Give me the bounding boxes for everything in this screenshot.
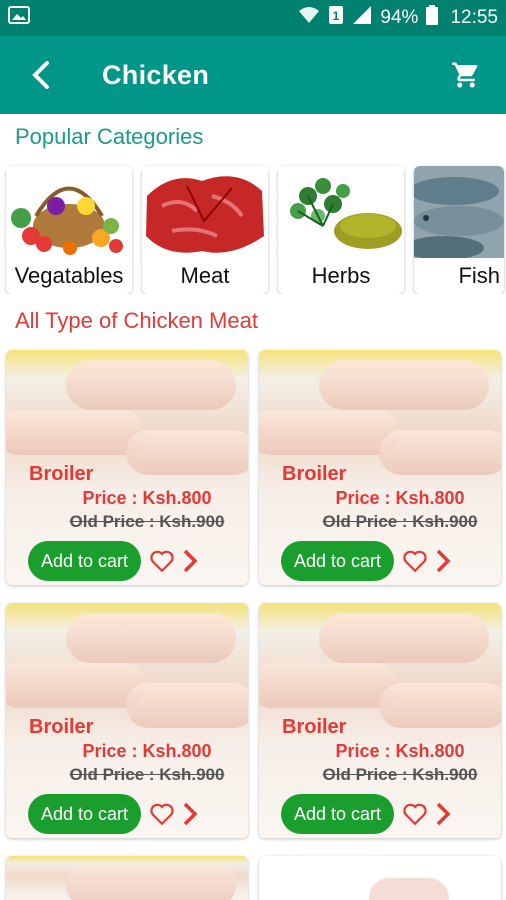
chicken-image-shape	[66, 360, 236, 410]
gallery-notification-icon	[8, 5, 30, 31]
category-label: Meat	[180, 263, 230, 288]
chicken-image-shape	[259, 663, 399, 708]
category-card-vegetables[interactable]: Vegatables	[6, 166, 132, 294]
main-content: Popular Categories Vegatables Meat Herbs…	[0, 114, 506, 900]
wifi-icon	[298, 5, 320, 31]
product-card[interactable]: Broiler Price : Ksh.800 Old Price : Ksh.…	[6, 603, 248, 838]
product-name: Broiler	[29, 463, 94, 485]
heart-icon[interactable]	[149, 548, 175, 574]
chicken-image-shape	[66, 866, 236, 900]
category-card-herbs[interactable]: Herbs	[278, 166, 404, 294]
chicken-image-shape	[319, 613, 489, 663]
product-price: Price : Ksh.800	[335, 488, 465, 508]
chicken-image-shape	[66, 613, 236, 663]
chicken-image-shape	[319, 360, 489, 410]
heart-icon[interactable]	[149, 801, 175, 827]
status-bar: 1 94% 12:55	[0, 0, 506, 36]
product-price: Price : Ksh.800	[335, 741, 465, 761]
product-card-partial[interactable]	[6, 856, 248, 900]
heart-icon[interactable]	[402, 801, 428, 827]
add-to-cart-button[interactable]: Add to cart	[28, 541, 141, 581]
chevron-right-icon[interactable]	[179, 801, 201, 827]
product-old-price: Old Price : Ksh.900	[69, 512, 225, 531]
fish-image	[414, 166, 504, 260]
category-label: Herbs	[311, 263, 371, 288]
chicken-image-shape	[126, 683, 248, 728]
shopping-cart-icon	[452, 62, 478, 88]
clock: 12:55	[450, 7, 498, 28]
product-name: Broiler	[282, 463, 347, 485]
chevron-right-icon[interactable]	[432, 801, 454, 827]
category-card-fish[interactable]: Fish	[414, 166, 504, 294]
cart-button[interactable]	[444, 53, 488, 97]
back-button[interactable]	[18, 53, 62, 97]
herbs-image	[278, 166, 404, 258]
product-name: Broiler	[29, 716, 94, 738]
signal-icon	[352, 5, 372, 31]
chevron-right-icon[interactable]	[179, 548, 201, 574]
product-card[interactable]: Broiler Price : Ksh.800 Old Price : Ksh.…	[259, 350, 501, 585]
product-card-partial[interactable]	[259, 856, 501, 900]
product-price: Price : Ksh.800	[82, 741, 212, 761]
status-left	[8, 5, 298, 31]
svg-text:1: 1	[333, 9, 340, 23]
category-label: Vegatables	[14, 263, 124, 288]
category-card-meat[interactable]: Meat	[142, 166, 268, 294]
battery-icon	[426, 5, 439, 31]
product-name: Broiler	[282, 716, 347, 738]
category-carousel[interactable]: Vegatables Meat Herbs Fish	[0, 158, 506, 294]
chicken-image-shape	[379, 430, 501, 475]
battery-percent: 94%	[380, 7, 419, 28]
status-right: 1 94% 12:55	[298, 5, 498, 31]
product-price: Price : Ksh.800	[82, 488, 212, 508]
chevron-right-icon[interactable]	[432, 548, 454, 574]
meat-image	[142, 166, 268, 258]
chicken-image-shape	[369, 878, 449, 900]
chicken-image-shape	[259, 410, 399, 455]
product-old-price: Old Price : Ksh.900	[69, 765, 225, 784]
heart-icon[interactable]	[402, 548, 428, 574]
back-arrow-icon	[32, 61, 49, 89]
add-to-cart-button[interactable]: Add to cart	[28, 794, 141, 834]
vegetables-image	[6, 166, 132, 258]
app-bar: Chicken	[0, 36, 506, 114]
page-title: Chicken	[102, 59, 210, 90]
add-to-cart-button[interactable]: Add to cart	[281, 794, 394, 834]
category-label: Fish	[458, 263, 500, 288]
chicken-image-shape	[379, 683, 501, 728]
add-to-cart-button[interactable]: Add to cart	[281, 541, 394, 581]
product-old-price: Old Price : Ksh.900	[322, 512, 478, 531]
product-card[interactable]: Broiler Price : Ksh.800 Old Price : Ksh.…	[259, 603, 501, 838]
product-card[interactable]: Broiler Price : Ksh.800 Old Price : Ksh.…	[6, 350, 248, 585]
sim-icon: 1	[328, 5, 344, 31]
product-grid: Broiler Price : Ksh.800 Old Price : Ksh.…	[0, 342, 506, 900]
popular-categories-heading: Popular Categories	[15, 124, 204, 149]
chicken-image-shape	[6, 410, 146, 455]
chicken-meat-heading: All Type of Chicken Meat	[15, 308, 258, 333]
chicken-image-shape	[126, 430, 248, 475]
chicken-image-shape	[6, 663, 146, 708]
product-old-price: Old Price : Ksh.900	[322, 765, 478, 784]
